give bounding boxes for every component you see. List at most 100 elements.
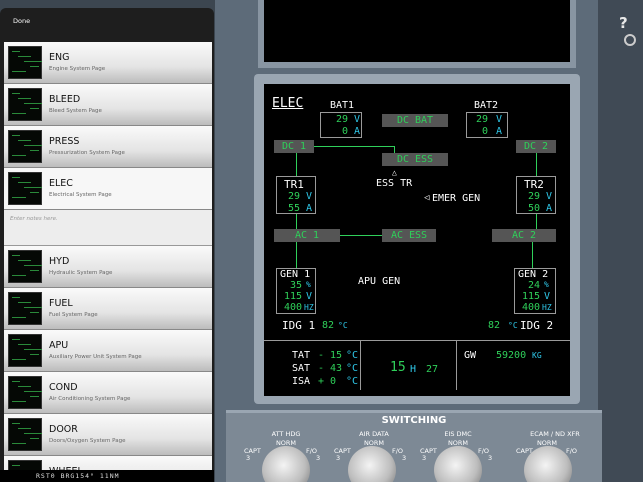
- system-page-title: BLEED: [49, 94, 81, 105]
- tr1-volt: 29: [288, 191, 301, 202]
- switching-panel: SWITCHING ATT HDG NORM CAPT F/O 3 3 AIR …: [226, 410, 602, 482]
- idg2-label-text: IDG: [520, 319, 540, 332]
- air-data-knob[interactable]: [348, 446, 396, 482]
- ac-ess-bus: AC ESS: [382, 229, 436, 242]
- system-page-subtitle: Fuel System Page: [49, 312, 98, 318]
- gen1-load-unit: %: [306, 280, 311, 289]
- system-page-title: ENG: [49, 52, 70, 63]
- gen1-line: [296, 242, 297, 268]
- dc-ess-bus: DC ESS: [382, 153, 448, 166]
- bat1-label: BAT1: [330, 100, 355, 111]
- system-page-title: DOOR: [49, 424, 78, 435]
- ecam-nd-xfr-knob[interactable]: [524, 446, 572, 482]
- gen1-num: 1: [304, 269, 311, 280]
- eis-dmc-knob[interactable]: [434, 446, 482, 482]
- gen2-label: GEN 2: [518, 269, 548, 280]
- tr1-volt-unit: V: [306, 191, 313, 202]
- gen2-freq: 400: [522, 302, 541, 313]
- idg1-temp: 82: [322, 320, 335, 331]
- system-page-item-apu[interactable]: APU Auxiliary Power Unit System Page: [4, 330, 212, 372]
- page-thumbnail: [8, 88, 42, 121]
- system-page-title: COND: [49, 382, 78, 393]
- settings-icon[interactable]: [624, 34, 636, 46]
- ac-ess-link: [340, 235, 382, 236]
- bat1-volt: 29: [336, 114, 349, 125]
- tr2-label-text: TR: [524, 178, 538, 191]
- idg1-num: 1: [308, 319, 316, 332]
- tat-value: - 15: [318, 350, 343, 361]
- system-page-subtitle: Bleed System Page: [49, 108, 102, 114]
- done-button[interactable]: Done: [13, 17, 30, 25]
- bat2-label: BAT2: [474, 100, 499, 111]
- upper-display: [258, 0, 576, 68]
- att-hdg-label: ATT HDG: [271, 430, 301, 438]
- system-page-subtitle: Engine System Page: [49, 66, 106, 72]
- ecam-elec-page: ELEC BAT1 29 V 0 A BAT2 29 V 0 A DC BAT …: [264, 84, 570, 396]
- sd-separator: [264, 340, 570, 341]
- system-page-subtitle: Auxiliary Power Unit System Page: [49, 354, 142, 360]
- sd-divider-1: [360, 340, 361, 390]
- tr2-label: TR2: [524, 178, 544, 191]
- system-page-item-bleed[interactable]: BLEED Bleed System Page: [4, 84, 212, 126]
- tr2-amp-unit: A: [546, 203, 553, 214]
- system-page-subtitle: Air Conditioning System Page: [49, 396, 131, 402]
- page-thumbnail: [8, 418, 42, 451]
- bat2-volt: 29: [476, 114, 489, 125]
- gen2-volt-unit: V: [544, 291, 551, 302]
- att-hdg-capt-3: 3: [246, 454, 251, 462]
- bat1-amp: 0: [342, 126, 349, 137]
- page-thumbnail: [8, 292, 42, 325]
- page-thumbnail: [8, 376, 42, 409]
- sat-label: SAT: [292, 363, 311, 374]
- system-page-item-door[interactable]: DOOR Doors/Oxygen System Page: [4, 414, 212, 456]
- page-thumbnail: [8, 250, 42, 283]
- air-data-label: AIR DATA: [359, 430, 389, 438]
- bat2-volt-unit: V: [496, 114, 503, 125]
- sat-unit: °C: [346, 363, 359, 374]
- isa-label: ISA: [292, 376, 311, 387]
- tr1-label: TR1: [284, 178, 304, 191]
- system-page-item-elec[interactable]: ELEC Electrical System Page: [4, 168, 212, 210]
- system-page-subtitle: Hydraulic System Page: [49, 270, 113, 276]
- system-page-title: PRESS: [49, 136, 80, 147]
- page-thumbnail: [8, 130, 42, 163]
- sd-divider-2: [456, 340, 457, 390]
- dc1-bus: DC 1: [274, 140, 314, 153]
- system-page-list: ENG Engine System Page BLEED Bleed System P…: [4, 42, 212, 482]
- tr2-to-ac2: [536, 214, 537, 229]
- system-page-item-hyd[interactable]: HYD Hydraulic System Page: [4, 246, 212, 288]
- gw-label: GW: [464, 350, 477, 361]
- tr2-volt: 29: [528, 191, 541, 202]
- gw-value: 59200: [496, 350, 527, 361]
- ess-tr-label: ESS TR: [376, 178, 413, 189]
- att-hdg-knob[interactable]: [262, 446, 310, 482]
- idg2-unit: °C: [508, 321, 518, 330]
- gen1-freq-unit: HZ: [304, 303, 314, 312]
- utc-minutes: 27: [426, 364, 439, 375]
- tr1-line: [296, 153, 297, 177]
- system-page-item-fuel[interactable]: FUEL Fuel System Page: [4, 288, 212, 330]
- help-button[interactable]: ?: [619, 14, 628, 32]
- page-thumbnail: [8, 46, 42, 79]
- bat2-amp-unit: A: [496, 126, 503, 137]
- switching-title: SWITCHING: [381, 415, 447, 426]
- gen2-line: [532, 242, 533, 268]
- page-thumbnail: [8, 334, 42, 367]
- utc-hours: 15: [390, 360, 406, 375]
- system-pages-drawer: Done ENG Engine System Page BLEED Bleed Sys…: [0, 8, 214, 482]
- eis-dmc-fo-3: 3: [488, 454, 493, 462]
- ecam-nd-xfr-label: ECAM / ND XFR: [530, 430, 580, 438]
- system-page-item-cond[interactable]: COND Air Conditioning System Page: [4, 372, 212, 414]
- system-page-title: HYD: [49, 256, 70, 267]
- air-data-fo-3: 3: [402, 454, 407, 462]
- tr2-amp: 50: [528, 203, 541, 214]
- apu-gen-label: APU GEN: [358, 276, 401, 287]
- att-hdg-fo-3: 3: [316, 454, 321, 462]
- gen1-volt-unit: V: [306, 291, 313, 302]
- system-page-subtitle: Electrical System Page: [49, 192, 112, 198]
- notes-field[interactable]: Enter notes here.: [4, 210, 212, 246]
- page-title: ELEC: [272, 96, 304, 111]
- system-page-item-press[interactable]: PRESS Pressurization System Page: [4, 126, 212, 168]
- system-page-item-eng[interactable]: ENG Engine System Page: [4, 42, 212, 84]
- gen2-num: 2: [542, 269, 549, 280]
